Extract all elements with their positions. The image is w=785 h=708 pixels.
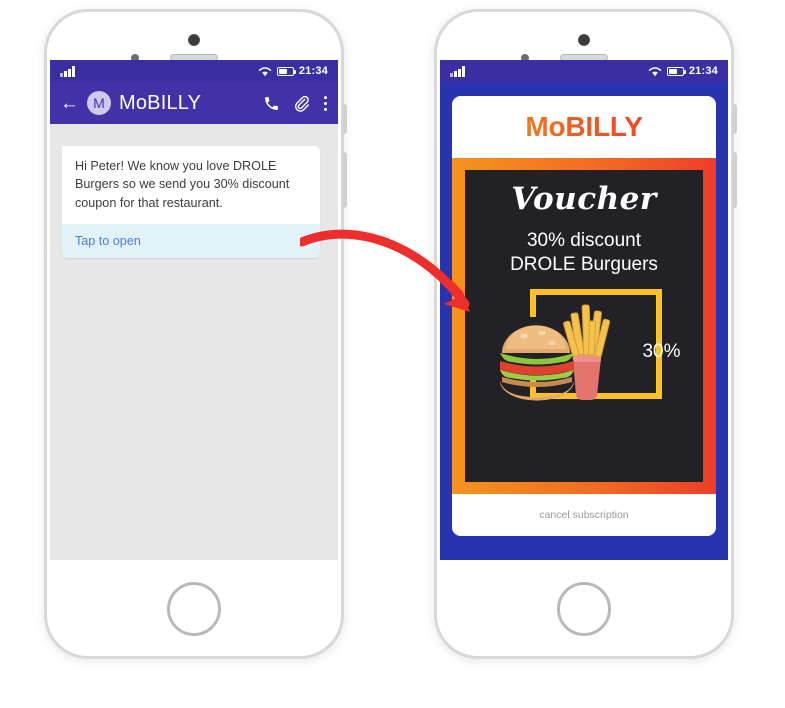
avatar: M (87, 91, 111, 115)
signal-bars-icon (60, 65, 75, 77)
wifi-icon (258, 66, 272, 76)
voucher-panel: Voucher 30% discount DROLE Burguers 30% (465, 170, 703, 482)
power-button-right[interactable] (733, 152, 737, 208)
screen-right: 21:34 MoBILLY Voucher 30% discount DROLE… (440, 60, 728, 560)
chat-title: MoBILLY (119, 91, 202, 114)
power-button-left[interactable] (343, 152, 347, 208)
battery-icon (666, 66, 686, 76)
voucher-title: Voucher (511, 181, 657, 217)
card-footer: cancel subscription (452, 494, 716, 536)
phone-device-right: 21:34 MoBILLY Voucher 30% discount DROLE… (434, 9, 737, 659)
screen-left: 21:34 ← M MoBILLY Hi Peter! We know you … (50, 60, 338, 560)
volume-button-right[interactable] (733, 104, 737, 134)
home-button-right[interactable] (557, 582, 611, 636)
scene: 21:34 ← M MoBILLY Hi Peter! We know you … (0, 0, 785, 708)
wifi-icon (648, 66, 662, 76)
status-time-left: 21:34 (298, 65, 328, 77)
phone-device-left: 21:34 ← M MoBILLY Hi Peter! We know you … (44, 9, 347, 659)
status-time-right: 21:34 (688, 65, 718, 77)
voucher-graphic: 30% (492, 285, 681, 417)
chat-thread: Hi Peter! We know you love DROLE Burgers… (50, 124, 338, 560)
signal-bars-icon (450, 65, 465, 77)
tap-to-open-link[interactable]: Tap to open (62, 223, 320, 258)
card-logo-area: MoBILLY (452, 96, 716, 158)
burger-and-fries-image (499, 303, 610, 401)
brand-logo: MoBILLY (525, 111, 643, 142)
volume-button-left[interactable] (343, 104, 347, 134)
status-bar-right: 21:34 (440, 60, 728, 82)
discount-badge: 30% (642, 340, 681, 362)
front-camera-icon (578, 34, 590, 46)
more-vertical-icon[interactable] (323, 95, 328, 112)
cancel-subscription-link[interactable]: cancel subscription (539, 509, 628, 521)
front-camera-icon (188, 34, 200, 46)
home-button-left[interactable] (167, 582, 221, 636)
message-text: Hi Peter! We know you love DROLE Burgers… (75, 159, 290, 210)
message-bubble: Hi Peter! We know you love DROLE Burgers… (62, 146, 320, 258)
status-bar-left: 21:34 (50, 60, 338, 82)
voucher-merchant-line: DROLE Burguers (510, 253, 658, 275)
paperclip-icon[interactable] (293, 95, 310, 112)
back-arrow-icon[interactable]: ← (60, 94, 79, 113)
battery-icon (276, 66, 296, 76)
campaign-screen: MoBILLY Voucher 30% discount DROLE Burgu… (440, 82, 728, 560)
chat-app-bar: ← M MoBILLY (50, 82, 338, 124)
voucher-discount-line: 30% discount (526, 230, 642, 251)
phone-icon[interactable] (263, 95, 280, 112)
voucher-card: MoBILLY Voucher 30% discount DROLE Burgu… (452, 96, 716, 536)
voucher-body: Voucher 30% discount DROLE Burguers 30% (452, 158, 716, 494)
